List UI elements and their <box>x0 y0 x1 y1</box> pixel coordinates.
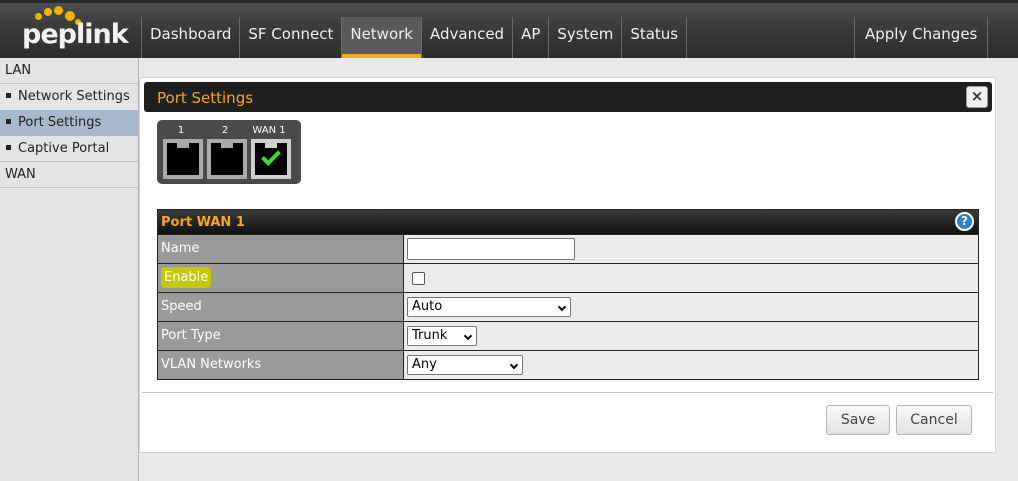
name-label: Name <box>158 235 404 263</box>
help-icon[interactable]: ? <box>955 212 974 231</box>
port-type-value: Trunk <box>412 328 448 343</box>
form-header: Port WAN 1 ? <box>158 210 978 234</box>
port-type-label: Port Type <box>158 322 404 350</box>
name-input[interactable] <box>407 238 575 260</box>
dialog-title: Port Settings <box>157 89 254 107</box>
vlan-value: Any <box>412 357 437 372</box>
nav-advanced[interactable]: Advanced <box>420 17 512 58</box>
port-2-jack[interactable] <box>207 139 247 179</box>
cancel-button[interactable]: Cancel <box>896 405 972 435</box>
logo-dot <box>54 6 63 15</box>
port-label: WAN 1 <box>252 125 286 136</box>
bullet-icon <box>6 119 11 124</box>
sidebar-heading-lan: LAN <box>0 58 138 84</box>
vlan-cell: Any <box>404 351 978 379</box>
speed-cell: Auto <box>404 293 978 321</box>
form-title: Port WAN 1 <box>161 215 245 230</box>
sidebar-item-network-settings[interactable]: Network Settings <box>0 84 138 110</box>
speed-label: Speed <box>158 293 404 321</box>
speed-value: Auto <box>412 299 443 314</box>
checkmark-icon <box>261 146 281 166</box>
port-type-cell: Trunk <box>404 322 978 350</box>
port-diagram: 1 2 WAN 1 <box>157 120 301 184</box>
bullet-icon <box>6 145 11 150</box>
peplink-logo[interactable]: peplink <box>22 5 129 53</box>
close-icon[interactable]: × <box>966 86 988 108</box>
speed-select[interactable]: Auto <box>407 297 571 317</box>
enable-label-cell: Enable <box>158 264 404 292</box>
form-row-enable: Enable <box>158 263 978 292</box>
form-row-speed: Speed Auto <box>158 292 978 321</box>
chevron-down-icon <box>463 331 473 341</box>
divider <box>142 392 993 393</box>
chevron-down-icon <box>509 360 519 370</box>
top-strip <box>0 0 1018 3</box>
name-cell <box>404 235 978 263</box>
apply-changes-button[interactable]: Apply Changes <box>854 17 989 58</box>
vlan-select[interactable]: Any <box>407 355 523 375</box>
dialog-header: Port Settings × <box>144 82 992 112</box>
port-1-jack[interactable] <box>163 139 203 179</box>
ethernet-port-icon <box>211 143 243 175</box>
form-row-name: Name <box>158 234 978 263</box>
port-type-select[interactable]: Trunk <box>407 326 477 346</box>
nav-sf-connect[interactable]: SF Connect <box>239 17 341 58</box>
ethernet-port-icon <box>255 143 287 175</box>
form-row-port-type: Port Type Trunk <box>158 321 978 350</box>
form-row-vlan: VLAN Networks Any <box>158 350 978 379</box>
top-bar: peplink Dashboard SF Connect Network Adv… <box>0 0 1018 58</box>
nav-system[interactable]: System <box>548 17 621 58</box>
port-label: 1 <box>177 125 185 136</box>
logo-text: peplink <box>22 19 129 50</box>
sidebar-item-label: Network Settings <box>18 89 130 104</box>
sidebar-item-captive-portal[interactable]: Captive Portal <box>0 136 138 162</box>
nav-status[interactable]: Status <box>621 17 688 58</box>
sidebar-item-label: Port Settings <box>18 115 102 130</box>
save-button[interactable]: Save <box>826 405 890 435</box>
sidebar-item-port-settings[interactable]: Port Settings <box>0 110 138 136</box>
vlan-label: VLAN Networks <box>158 351 404 379</box>
ethernet-port-icon <box>167 143 199 175</box>
chevron-down-icon <box>557 302 567 312</box>
nav-dashboard[interactable]: Dashboard <box>141 17 239 58</box>
sidebar: LAN Network Settings Port Settings Capti… <box>0 58 139 481</box>
port-wan1-jack[interactable] <box>251 139 291 179</box>
sidebar-heading-wan[interactable]: WAN <box>0 162 138 188</box>
bullet-icon <box>6 93 11 98</box>
port-form: Port WAN 1 ? Name Enable Speed Auto Port… <box>157 209 979 380</box>
logo-dot <box>44 8 52 16</box>
enable-label: Enable <box>161 267 212 288</box>
port-settings-dialog: Port Settings × 1 2 WAN 1 Port WAN 1 ? N… <box>139 77 996 453</box>
enable-checkbox[interactable] <box>412 272 425 285</box>
main-nav: Dashboard SF Connect Network Advanced AP… <box>141 17 688 58</box>
nav-ap[interactable]: AP <box>512 17 548 58</box>
sidebar-item-label: Captive Portal <box>18 141 110 156</box>
enable-cell <box>404 264 978 292</box>
nav-network[interactable]: Network <box>341 17 421 58</box>
port-label: 2 <box>221 125 229 136</box>
